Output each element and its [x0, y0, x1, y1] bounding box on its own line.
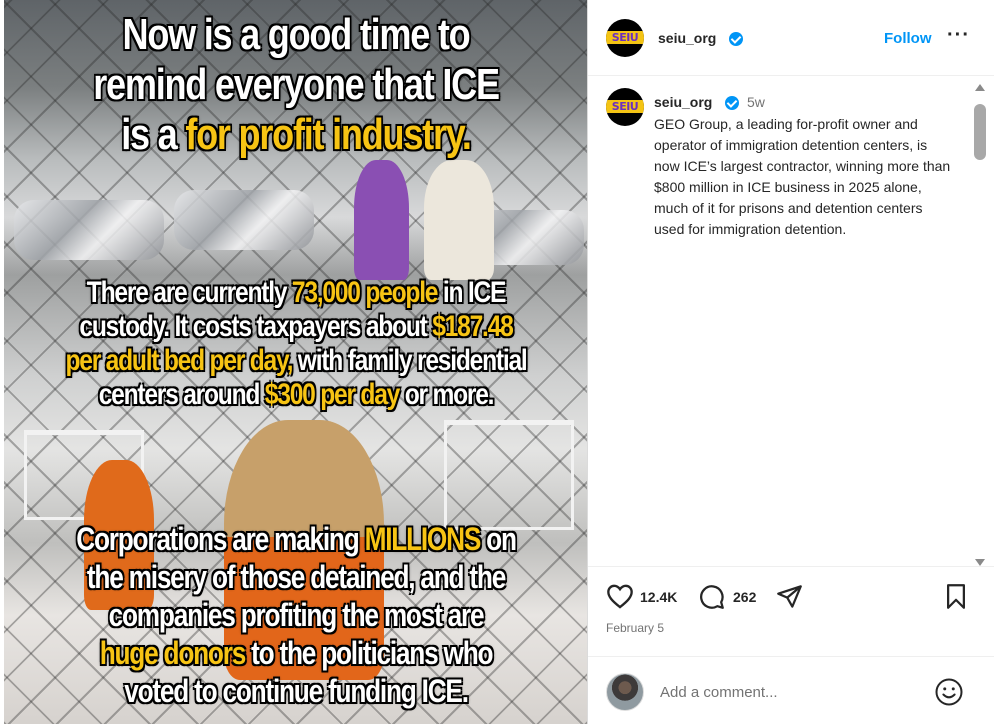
heart-icon[interactable]: [606, 583, 634, 609]
caption-username[interactable]: seiu_org: [654, 94, 712, 110]
meme-line: remind everyone that ICE: [93, 60, 500, 109]
meme-line: voted to continue funding ICE.: [124, 673, 469, 709]
meme-line: Now is a good time to: [122, 10, 470, 59]
scroll-thumb[interactable]: [974, 104, 986, 160]
person-figure: [354, 160, 409, 280]
meme-line: centers around $300 per day or more.: [98, 378, 495, 411]
meme-highlight: MILLIONS: [364, 521, 482, 557]
scroll-down-arrow-icon[interactable]: [975, 559, 985, 566]
meme-highlight: for profit industry.: [185, 110, 472, 159]
meme-line: companies profiting the most are: [108, 597, 485, 633]
emoji-icon[interactable]: [934, 677, 964, 712]
post-header: SEIU seiu_org Follow ···: [588, 0, 994, 76]
meme-paragraph-cost: There are currently 73,000 people in ICE…: [9, 276, 583, 412]
send-icon[interactable]: [776, 583, 803, 610]
foil-blanket-decor: [14, 200, 164, 260]
bookmark-icon[interactable]: [944, 583, 968, 610]
verified-badge-icon: [729, 32, 743, 46]
meme-paragraph-corporations: Corporations are making MILLIONS on the …: [9, 520, 583, 710]
meme-line: There are currently 73,000 people in ICE: [86, 276, 507, 309]
scroll-up-arrow-icon[interactable]: [975, 84, 985, 91]
bunk-bed-decor: [444, 420, 574, 530]
meme-highlight: $187.48: [432, 310, 514, 343]
post-side-panel: SEIU seiu_org Follow ··· SEIU seiu_org 5…: [588, 0, 994, 724]
post-actions: 12.4K 262 February 5: [588, 566, 994, 654]
meme-line: custody. It costs taxpayers about $187.4…: [79, 310, 514, 343]
comment-bar: [588, 656, 994, 724]
meme-highlight: huge donors: [99, 635, 247, 671]
seiu-logo: SEIU: [606, 100, 644, 113]
verified-badge-icon: [725, 96, 739, 110]
meme-headline: Now is a good time to remind everyone th…: [9, 10, 583, 160]
more-options-icon[interactable]: ···: [947, 24, 970, 47]
current-user-avatar[interactable]: [606, 673, 644, 711]
meme-highlight: per adult bed per day,: [65, 344, 293, 377]
meme-highlight: 73,000 people: [291, 276, 439, 309]
seiu-logo: SEIU: [606, 31, 644, 44]
comment-input[interactable]: [660, 681, 930, 703]
person-figure: [424, 160, 494, 280]
post-image[interactable]: Now is a good time to remind everyone th…: [4, 0, 587, 724]
caption-scrollbar[interactable]: [972, 82, 988, 568]
avatar[interactable]: SEIU: [606, 19, 644, 57]
meme-line: huge donors to the politicians who: [99, 635, 494, 671]
comment-icon[interactable]: [698, 583, 725, 610]
meme-line: is a for profit industry.: [121, 110, 472, 159]
meme-line: Corporations are making MILLIONS on: [76, 521, 517, 557]
comment-count[interactable]: 262: [733, 589, 756, 605]
follow-button[interactable]: Follow: [884, 30, 932, 47]
post-date[interactable]: February 5: [606, 621, 664, 635]
post-time-ago[interactable]: 5w: [747, 94, 765, 110]
header-username[interactable]: seiu_org: [658, 30, 716, 46]
post-caption: GEO Group, a leading for-profit owner an…: [654, 116, 951, 237]
meme-line: per adult bed per day, with family resid…: [65, 344, 527, 377]
foil-blanket-decor: [174, 190, 314, 250]
caption-avatar[interactable]: SEIU: [606, 88, 644, 126]
meme-line: the misery of those detained, and the: [86, 559, 506, 595]
like-count[interactable]: 12.4K: [640, 589, 677, 605]
meme-highlight: $300 per day: [264, 378, 401, 411]
